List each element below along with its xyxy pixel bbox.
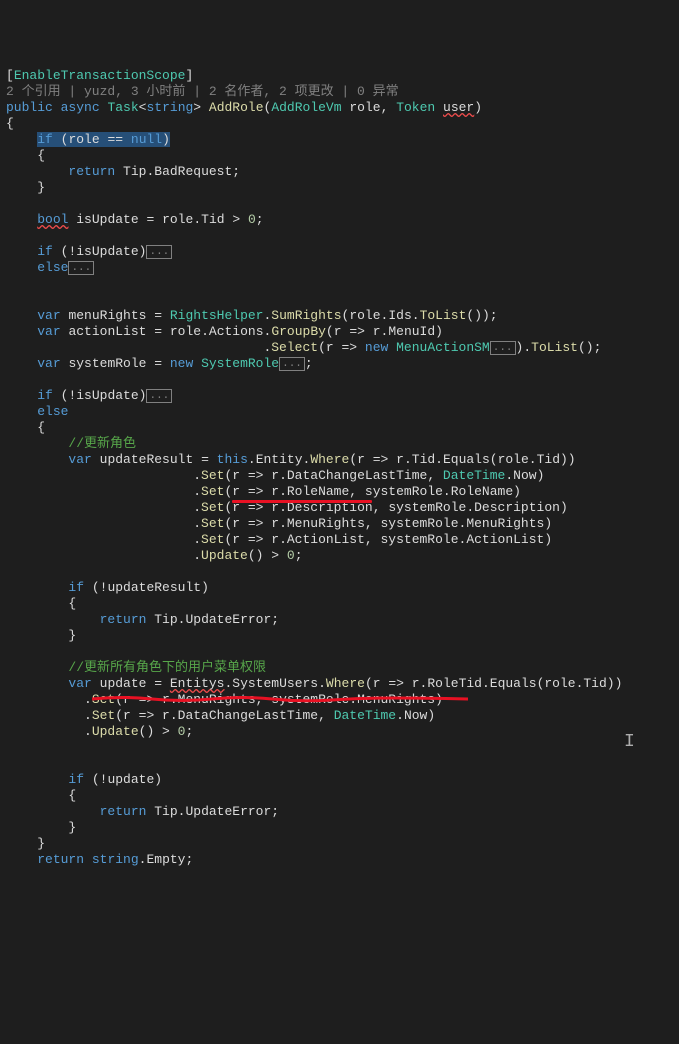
attribute-name: EnableTransactionScope	[14, 68, 186, 83]
kw: var	[37, 308, 60, 323]
kw: else	[37, 260, 68, 275]
fold-icon[interactable]: ...	[490, 341, 516, 355]
type: string	[146, 100, 193, 115]
kw: return	[68, 164, 115, 179]
fold-icon[interactable]: ...	[279, 357, 305, 371]
fold-icon[interactable]: ...	[146, 389, 172, 403]
kw: public	[6, 100, 53, 115]
brace: {	[6, 116, 14, 131]
selection: if (role == null)	[37, 132, 170, 147]
method-name: AddRole	[209, 100, 264, 115]
param-name: user	[443, 100, 474, 115]
text-cursor-icon: I	[624, 734, 635, 750]
ident: BadRequest	[154, 164, 232, 179]
ident: Tip	[123, 164, 146, 179]
code-editor[interactable]: [EnableTransactionScope] 2 个引用 | yuzd, 3…	[6, 68, 673, 868]
kw: if	[37, 388, 53, 403]
brace: }	[37, 836, 45, 851]
kw: var	[37, 324, 60, 339]
codelens[interactable]: 2 个引用 | yuzd, 3 小时前 | 2 名作者, 2 项更改 | 0 异…	[6, 84, 399, 99]
kw: if	[37, 244, 53, 259]
attr-bracket: ]	[185, 68, 193, 83]
fold-icon[interactable]: ...	[146, 245, 172, 259]
comment: //更新角色	[68, 436, 136, 451]
comment: //更新所有角色下的用户菜单权限	[68, 660, 266, 675]
annotation-underline	[92, 680, 468, 684]
kw-bool: bool	[37, 212, 68, 227]
kw: var	[37, 356, 60, 371]
fold-icon[interactable]: ...	[68, 261, 94, 275]
param-type: Token	[396, 100, 435, 115]
kw: async	[61, 100, 100, 115]
annotation-underline	[232, 500, 372, 503]
ident: isUpdate	[76, 212, 138, 227]
attr-bracket: [	[6, 68, 14, 83]
param-name: role	[349, 100, 380, 115]
kw: else	[37, 404, 68, 419]
type: Task	[107, 100, 138, 115]
param-type: AddRoleVm	[271, 100, 341, 115]
